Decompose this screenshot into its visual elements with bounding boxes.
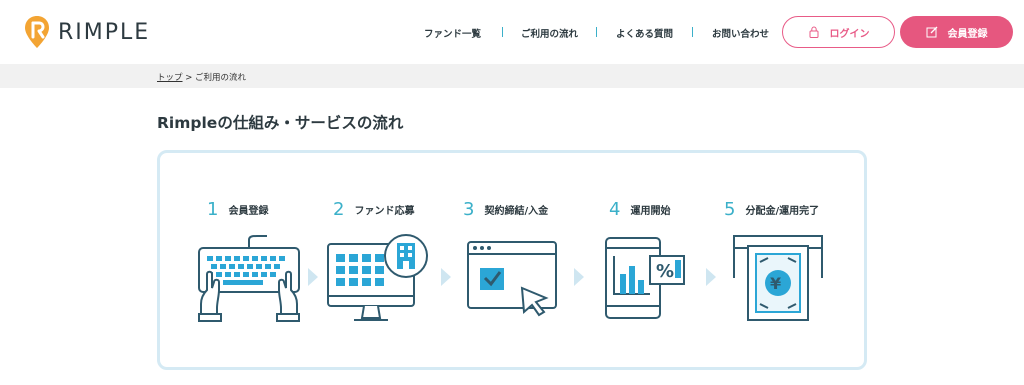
step-arrow-icon [574, 268, 584, 286]
keyboard-hands-icon [198, 235, 300, 322]
svg-text:%: % [656, 261, 674, 282]
nav-fund-list[interactable]: ファンド一覧 [424, 26, 481, 40]
step-label: 会員登録 [228, 206, 269, 217]
browser-checkbox-icon [467, 241, 557, 317]
login-label: ログイン [829, 28, 870, 40]
nav-divider [502, 27, 503, 37]
step-5-heading: 5 分配金/運用完了 [724, 199, 819, 220]
step-label: 契約締結/入金 [484, 206, 549, 217]
banknote-icon: ¥ [733, 235, 823, 321]
nav-divider [692, 27, 693, 37]
logo-pin-icon [25, 16, 49, 48]
lock-icon [809, 26, 818, 38]
step-number: 4 [609, 199, 621, 220]
edit-icon [926, 26, 937, 38]
logo-text: RIMPLE [58, 19, 151, 45]
breadcrumb-bar: トップ > ご利用の流れ [0, 64, 1024, 88]
step-label: 分配金/運用完了 [745, 206, 820, 217]
register-label: 会員登録 [947, 28, 988, 40]
step-number: 2 [333, 199, 345, 220]
page-title: Rimpleの仕組み・サービスの流れ [157, 114, 404, 132]
step-number: 1 [207, 199, 219, 220]
step-3-heading: 3 契約締結/入金 [463, 199, 548, 220]
svg-text:¥: ¥ [770, 274, 781, 293]
step-label: ファンド応募 [354, 206, 415, 217]
step-number: 3 [463, 199, 475, 220]
step-arrow-icon [308, 268, 318, 286]
step-4-heading: 4 運用開始 [609, 199, 670, 220]
step-label: 運用開始 [630, 206, 671, 217]
breadcrumb-separator: > [185, 73, 193, 83]
tablet-chart-icon: % [605, 237, 685, 319]
register-button[interactable]: 会員登録 [900, 16, 1013, 48]
rimple-logo[interactable]: RIMPLE [24, 14, 150, 50]
step-number: 5 [724, 199, 736, 220]
nav-faq[interactable]: よくある質問 [616, 26, 673, 40]
site-header: RIMPLE ファンド一覧 ご利用の流れ よくある質問 お問い合わせ ログイン … [0, 0, 1024, 64]
nav-flow[interactable]: ご利用の流れ [521, 26, 578, 40]
step-1-heading: 1 会員登録 [207, 199, 268, 220]
breadcrumb: トップ > ご利用の流れ [157, 71, 246, 83]
step-2-heading: 2 ファンド応募 [333, 199, 414, 220]
monitor-building-icon [327, 234, 428, 321]
login-button[interactable]: ログイン [782, 16, 895, 48]
step-arrow-icon [706, 268, 716, 286]
step-arrow-icon [441, 268, 451, 286]
breadcrumb-current: ご利用の流れ [195, 73, 247, 83]
nav-contact[interactable]: お問い合わせ [712, 26, 769, 40]
breadcrumb-home[interactable]: トップ [157, 73, 183, 83]
nav-divider [596, 27, 597, 37]
